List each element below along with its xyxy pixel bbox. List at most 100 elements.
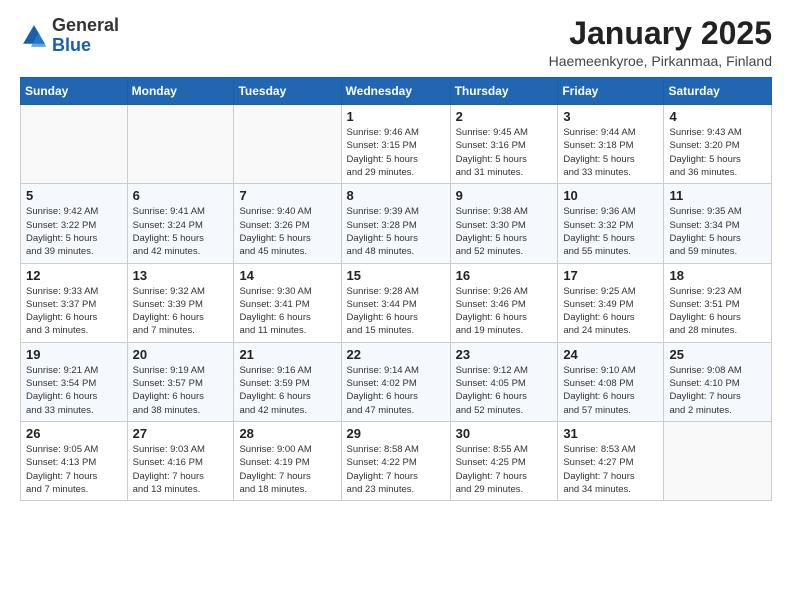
- calendar-cell: 13Sunrise: 9:32 AMSunset: 3:39 PMDayligh…: [127, 263, 234, 342]
- day-number: 1: [347, 109, 445, 124]
- calendar-cell: 4Sunrise: 9:43 AMSunset: 3:20 PMDaylight…: [664, 105, 772, 184]
- day-number: 24: [563, 347, 658, 362]
- location-subtitle: Haemeenkyroe, Pirkanmaa, Finland: [549, 53, 772, 69]
- calendar-cell: 17 Sunrise: 9:25 AMSunset: 3:49 PMDayligh…: [558, 263, 664, 342]
- calendar-cell: 29 Sunrise: 8:58 AMSunset: 4:22 PMDayligh…: [341, 421, 450, 500]
- calendar-cell: [127, 105, 234, 184]
- day-number: 2: [456, 109, 553, 124]
- week-row-4: 19Sunrise: 9:21 AMSunset: 3:54 PMDayligh…: [21, 342, 772, 421]
- day-info: Sunrise: 8:53 AMSunset: 4:27 PMDaylight:…: [563, 443, 658, 496]
- calendar-cell: 6 Sunrise: 9:41 AMSunset: 3:24 PMDaylight…: [127, 184, 234, 263]
- calendar-cell: 15 Sunrise: 9:28 AMSunset: 3:44 PMDayligh…: [341, 263, 450, 342]
- day-number: 29: [347, 426, 445, 441]
- day-info: Sunrise: 9:23 AMSunset: 3:51 PMDaylight:…: [669, 285, 766, 338]
- header-saturday: Saturday: [664, 78, 772, 105]
- day-info: Sunrise: 9:10 AMSunset: 4:08 PMDaylight:…: [563, 364, 658, 417]
- calendar-cell: 2 Sunrise: 9:45 AMSunset: 3:16 PMDaylight…: [450, 105, 558, 184]
- day-info: Sunrise: 9:38 AMSunset: 3:30 PMDaylight:…: [456, 205, 553, 258]
- logo-general-text: General: [52, 15, 119, 35]
- day-info: Sunrise: 9:14 AMSunset: 4:02 PMDaylight:…: [347, 364, 445, 417]
- day-number: 20: [133, 347, 229, 362]
- day-number: 5: [26, 188, 122, 203]
- day-number: 27: [133, 426, 229, 441]
- header-wednesday: Wednesday: [341, 78, 450, 105]
- day-number: 14: [239, 268, 335, 283]
- header-friday: Friday: [558, 78, 664, 105]
- day-info: Sunrise: 9:08 AMSunset: 4:10 PMDaylight:…: [669, 364, 766, 417]
- calendar-cell: 30Sunrise: 8:55 AMSunset: 4:25 PMDayligh…: [450, 421, 558, 500]
- day-info: Sunrise: 8:58 AMSunset: 4:22 PMDaylight:…: [347, 443, 445, 496]
- day-info: Sunrise: 9:26 AMSunset: 3:46 PMDaylight:…: [456, 285, 553, 338]
- day-info: Sunrise: 9:30 AMSunset: 3:41 PMDaylight:…: [239, 285, 335, 338]
- day-info: Sunrise: 9:41 AMSunset: 3:24 PMDaylight:…: [133, 205, 229, 258]
- day-info: Sunrise: 9:36 AMSunset: 3:32 PMDaylight:…: [563, 205, 658, 258]
- calendar-cell: [664, 421, 772, 500]
- header-thursday: Thursday: [450, 78, 558, 105]
- day-info: Sunrise: 9:33 AMSunset: 3:37 PMDaylight:…: [26, 285, 122, 338]
- day-info: Sunrise: 9:44 AMSunset: 3:18 PMDaylight:…: [563, 126, 658, 179]
- calendar-cell: 7 Sunrise: 9:40 AMSunset: 3:26 PMDaylight…: [234, 184, 341, 263]
- day-number: 26: [26, 426, 122, 441]
- page: General Blue January 2025 Haemeenkyroe, …: [0, 0, 792, 517]
- calendar-cell: 19Sunrise: 9:21 AMSunset: 3:54 PMDayligh…: [21, 342, 128, 421]
- calendar-cell: [234, 105, 341, 184]
- calendar-cell: 1 Sunrise: 9:46 AMSunset: 3:15 PMDaylight…: [341, 105, 450, 184]
- day-number: 6: [133, 188, 229, 203]
- day-info: Sunrise: 9:16 AMSunset: 3:59 PMDaylight:…: [239, 364, 335, 417]
- calendar-cell: 22 Sunrise: 9:14 AMSunset: 4:02 PMDayligh…: [341, 342, 450, 421]
- day-number: 7: [239, 188, 335, 203]
- day-number: 4: [669, 109, 766, 124]
- day-number: 17: [563, 268, 658, 283]
- day-number: 3: [563, 109, 658, 124]
- header-sunday: Sunday: [21, 78, 128, 105]
- calendar-cell: 10 Sunrise: 9:36 AMSunset: 3:32 PMDayligh…: [558, 184, 664, 263]
- title-area: January 2025 Haemeenkyroe, Pirkanmaa, Fi…: [549, 16, 772, 69]
- week-row-2: 5 Sunrise: 9:42 AMSunset: 3:22 PMDaylight…: [21, 184, 772, 263]
- day-info: Sunrise: 8:55 AMSunset: 4:25 PMDaylight:…: [456, 443, 553, 496]
- day-number: 19: [26, 347, 122, 362]
- day-info: Sunrise: 9:39 AMSunset: 3:28 PMDaylight:…: [347, 205, 445, 258]
- header-tuesday: Tuesday: [234, 78, 341, 105]
- day-info: Sunrise: 9:46 AMSunset: 3:15 PMDaylight:…: [347, 126, 445, 179]
- calendar-cell: 28 Sunrise: 9:00 AMSunset: 4:19 PMDayligh…: [234, 421, 341, 500]
- calendar-cell: 16 Sunrise: 9:26 AMSunset: 3:46 PMDayligh…: [450, 263, 558, 342]
- day-info: Sunrise: 9:12 AMSunset: 4:05 PMDaylight:…: [456, 364, 553, 417]
- day-number: 11: [669, 188, 766, 203]
- day-info: Sunrise: 9:19 AMSunset: 3:57 PMDaylight:…: [133, 364, 229, 417]
- calendar-cell: 21Sunrise: 9:16 AMSunset: 3:59 PMDayligh…: [234, 342, 341, 421]
- day-info: Sunrise: 9:42 AMSunset: 3:22 PMDaylight:…: [26, 205, 122, 258]
- calendar-cell: 31 Sunrise: 8:53 AMSunset: 4:27 PMDayligh…: [558, 421, 664, 500]
- day-number: 28: [239, 426, 335, 441]
- calendar-cell: 27 Sunrise: 9:03 AMSunset: 4:16 PMDayligh…: [127, 421, 234, 500]
- day-number: 9: [456, 188, 553, 203]
- calendar-cell: 9 Sunrise: 9:38 AMSunset: 3:30 PMDaylight…: [450, 184, 558, 263]
- day-info: Sunrise: 9:00 AMSunset: 4:19 PMDaylight:…: [239, 443, 335, 496]
- day-info: Sunrise: 9:45 AMSunset: 3:16 PMDaylight:…: [456, 126, 553, 179]
- day-number: 31: [563, 426, 658, 441]
- calendar-cell: 3 Sunrise: 9:44 AMSunset: 3:18 PMDaylight…: [558, 105, 664, 184]
- day-number: 22: [347, 347, 445, 362]
- calendar-cell: 8 Sunrise: 9:39 AMSunset: 3:28 PMDaylight…: [341, 184, 450, 263]
- day-number: 23: [456, 347, 553, 362]
- calendar-cell: 12 Sunrise: 9:33 AMSunset: 3:37 PMDayligh…: [21, 263, 128, 342]
- calendar-body: 1 Sunrise: 9:46 AMSunset: 3:15 PMDaylight…: [21, 105, 772, 501]
- day-info: Sunrise: 9:28 AMSunset: 3:44 PMDaylight:…: [347, 285, 445, 338]
- day-number: 16: [456, 268, 553, 283]
- week-row-1: 1 Sunrise: 9:46 AMSunset: 3:15 PMDaylight…: [21, 105, 772, 184]
- week-row-5: 26 Sunrise: 9:05 AMSunset: 4:13 PMDayligh…: [21, 421, 772, 500]
- calendar-cell: 26 Sunrise: 9:05 AMSunset: 4:13 PMDayligh…: [21, 421, 128, 500]
- day-number: 8: [347, 188, 445, 203]
- day-info: Sunrise: 9:05 AMSunset: 4:13 PMDaylight:…: [26, 443, 122, 496]
- day-number: 12: [26, 268, 122, 283]
- day-info: Sunrise: 9:03 AMSunset: 4:16 PMDaylight:…: [133, 443, 229, 496]
- day-info: Sunrise: 9:40 AMSunset: 3:26 PMDaylight:…: [239, 205, 335, 258]
- calendar-cell: 11Sunrise: 9:35 AMSunset: 3:34 PMDayligh…: [664, 184, 772, 263]
- logo-blue-text: Blue: [52, 35, 91, 55]
- calendar-cell: 23 Sunrise: 9:12 AMSunset: 4:05 PMDayligh…: [450, 342, 558, 421]
- calendar-cell: 24 Sunrise: 9:10 AMSunset: 4:08 PMDayligh…: [558, 342, 664, 421]
- calendar-header: Sunday Monday Tuesday Wednesday Thursday…: [21, 78, 772, 105]
- logo: General Blue: [20, 16, 119, 56]
- day-info: Sunrise: 9:25 AMSunset: 3:49 PMDaylight:…: [563, 285, 658, 338]
- day-number: 15: [347, 268, 445, 283]
- day-number: 10: [563, 188, 658, 203]
